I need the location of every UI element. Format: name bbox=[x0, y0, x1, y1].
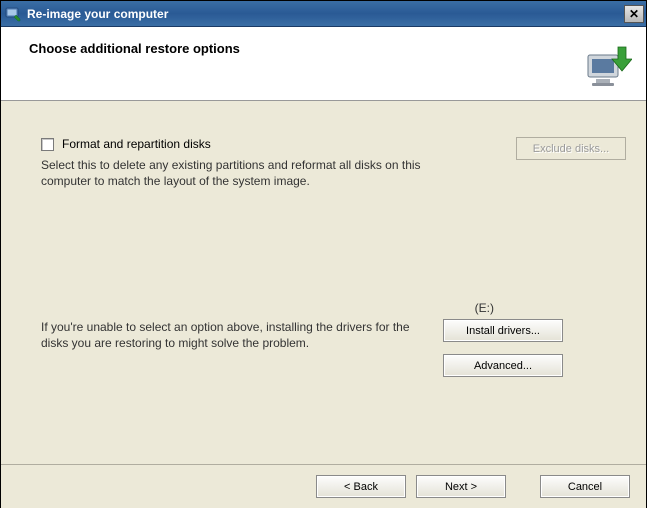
exclude-disks-button: Exclude disks... bbox=[516, 137, 626, 160]
titlebar: Re-image your computer ✕ bbox=[1, 1, 646, 27]
format-description: Select this to delete any existing parti… bbox=[41, 157, 431, 189]
close-button[interactable]: ✕ bbox=[624, 5, 644, 23]
wizard-header: Choose additional restore options bbox=[1, 27, 646, 101]
format-checkbox-label: Format and repartition disks bbox=[62, 137, 211, 151]
cancel-button[interactable]: Cancel bbox=[540, 475, 630, 498]
window-title: Re-image your computer bbox=[27, 7, 618, 21]
back-button[interactable]: < Back bbox=[316, 475, 406, 498]
app-icon bbox=[5, 6, 21, 22]
advanced-button[interactable]: Advanced... bbox=[443, 354, 563, 377]
format-checkbox-row[interactable]: Format and repartition disks bbox=[41, 137, 504, 151]
wizard-footer: < Back Next > Cancel bbox=[1, 464, 646, 508]
restore-icon bbox=[582, 45, 632, 91]
install-drivers-button[interactable]: Install drivers... bbox=[443, 319, 563, 342]
close-icon: ✕ bbox=[629, 7, 639, 21]
format-checkbox[interactable] bbox=[41, 138, 54, 151]
drivers-row: If you're unable to select an option abo… bbox=[41, 319, 626, 377]
format-option-row: Format and repartition disks Select this… bbox=[41, 137, 626, 189]
drive-letter-label: (E:) bbox=[475, 301, 494, 315]
drivers-description: If you're unable to select an option abo… bbox=[41, 319, 431, 351]
next-button[interactable]: Next > bbox=[416, 475, 506, 498]
page-title: Choose additional restore options bbox=[29, 41, 240, 56]
wizard-body: Format and repartition disks Select this… bbox=[1, 101, 646, 464]
